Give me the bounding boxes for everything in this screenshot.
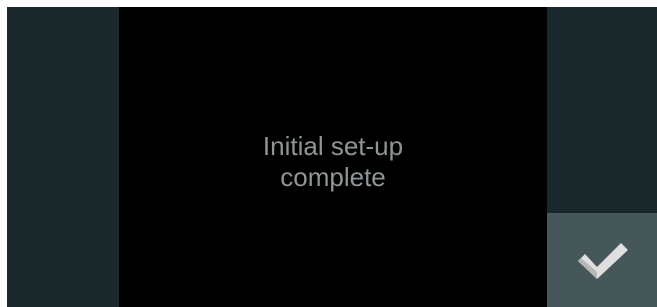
- status-message: Initial set-up complete: [263, 131, 403, 193]
- status-message-line-2: complete: [280, 162, 386, 192]
- status-message-line-1: Initial set-up: [262, 131, 404, 161]
- left-panel: [7, 7, 119, 307]
- setup-screen: Initial set-up complete: [7, 7, 657, 307]
- main-panel: Initial set-up complete: [119, 7, 547, 307]
- checkmark-icon: [578, 243, 628, 279]
- confirm-button[interactable]: [547, 213, 657, 307]
